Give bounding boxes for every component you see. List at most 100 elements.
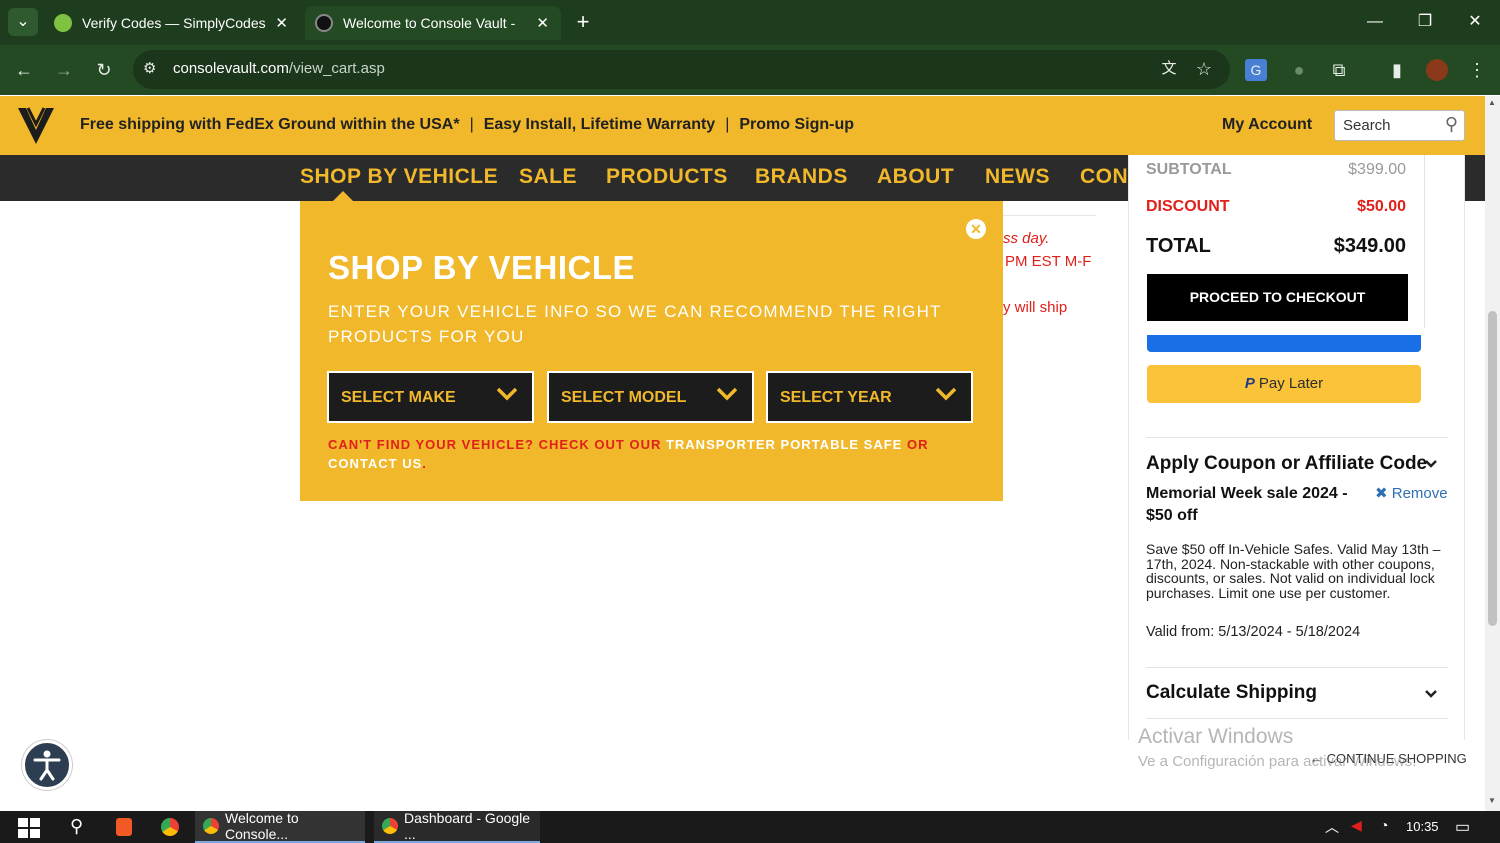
- site-info-icon[interactable]: ⚙: [143, 59, 156, 77]
- select-year-label: SELECT YEAR: [780, 389, 892, 406]
- select-model-label: SELECT MODEL: [561, 389, 687, 406]
- search-input[interactable]: Search ⚲: [1334, 110, 1465, 141]
- transporter-safe-link[interactable]: TRANSPORTER PORTABLE SAFE: [666, 437, 902, 452]
- paypal-button[interactable]: [1147, 335, 1421, 352]
- remove-x-icon: ✖: [1375, 485, 1392, 502]
- nav-about[interactable]: ABOUT: [877, 165, 954, 189]
- proceed-to-checkout-button[interactable]: PROCEED TO CHECKOUT: [1147, 274, 1408, 321]
- content-divider: [1003, 215, 1096, 216]
- tab-title: Welcome to Console Vault -: [343, 15, 516, 31]
- divider: [1146, 437, 1448, 438]
- accessibility-button[interactable]: [22, 740, 72, 790]
- select-make-label: SELECT MAKE: [341, 389, 456, 406]
- coupon-description: Save $50 off In-Vehicle Safes. Valid May…: [1146, 541, 1441, 601]
- side-panel-icon[interactable]: ▮: [1383, 56, 1411, 84]
- clock-time[interactable]: 10:35: [1406, 819, 1439, 834]
- divider: [1146, 667, 1448, 668]
- select-year-dropdown[interactable]: SELECT YEAR: [766, 371, 973, 423]
- translate-icon[interactable]: 文: [1155, 55, 1183, 83]
- windows-activation-subtext: Ve a Configuración para activar Windows.: [1138, 753, 1417, 770]
- subtotal-label: SUBTOTAL: [1146, 161, 1232, 178]
- shipping-note-line1: ss day.: [1003, 230, 1050, 247]
- wifi-icon[interactable]: ◔: [1380, 817, 1388, 833]
- tray-chevron-up-icon[interactable]: ︿: [1325, 817, 1339, 837]
- google-translate-extension-icon[interactable]: G: [1245, 59, 1267, 81]
- chevron-down-icon[interactable]: [1424, 689, 1438, 699]
- tab-console-vault[interactable]: Welcome to Console Vault - ✕: [305, 6, 561, 40]
- remove-coupon-link[interactable]: ✖ Remove: [1375, 484, 1448, 502]
- lifetime-warranty-link[interactable]: Easy Install, Lifetime Warranty: [484, 116, 715, 134]
- my-account-link[interactable]: My Account: [1222, 116, 1312, 134]
- nav-shop-by-vehicle[interactable]: SHOP BY VEHICLE: [300, 165, 498, 189]
- url-domain: consolevault.com: [173, 60, 289, 77]
- nav-brands[interactable]: BRANDS: [755, 165, 848, 189]
- minimize-icon[interactable]: —: [1360, 8, 1390, 36]
- url-text[interactable]: consolevault.com/view_cart.asp: [173, 60, 385, 77]
- chevron-down-icon: [496, 387, 518, 401]
- scroll-up-icon[interactable]: ▲: [1488, 98, 1496, 107]
- scrollbar-thumb[interactable]: [1488, 311, 1497, 626]
- popover-edge: [1424, 155, 1425, 328]
- footer-text: OR: [902, 437, 929, 452]
- address-bar[interactable]: ⚙ consolevault.com/view_cart.asp 文 ☆: [133, 50, 1230, 89]
- extension-icon[interactable]: ●: [1285, 56, 1313, 84]
- free-shipping-link[interactable]: Free shipping with FedEx Ground within t…: [80, 116, 460, 134]
- separator: |: [725, 116, 730, 133]
- divider: [1146, 718, 1448, 719]
- profile-avatar[interactable]: [1426, 59, 1448, 81]
- back-arrow-icon[interactable]: ←: [10, 56, 38, 84]
- windows-start-icon[interactable]: [18, 818, 40, 838]
- shop-by-vehicle-panel: ✕ SHOP BY VEHICLE ENTER YOUR VEHICLE INF…: [300, 201, 1003, 501]
- dropdown-pointer: [333, 191, 353, 201]
- subtotal-value: $399.00: [1348, 161, 1406, 178]
- speaker-muted-icon[interactable]: ◀: [1351, 817, 1362, 834]
- nav-news[interactable]: NEWS: [985, 165, 1050, 189]
- restore-icon[interactable]: ❐: [1410, 8, 1440, 36]
- tab-title: Verify Codes — SimplyCodes: [82, 15, 266, 31]
- brave-browser-icon[interactable]: [116, 818, 132, 836]
- accessibility-person-icon: [33, 750, 61, 781]
- select-make-dropdown[interactable]: SELECT MAKE: [327, 371, 534, 423]
- bookmark-star-icon[interactable]: ☆: [1190, 55, 1218, 83]
- taskbar-search-icon[interactable]: ⚲: [70, 816, 83, 837]
- tab-verify-codes[interactable]: Verify Codes — SimplyCodes ✕: [44, 6, 300, 40]
- menu-dots-icon[interactable]: ⋮: [1463, 56, 1491, 84]
- scroll-down-icon[interactable]: ▼: [1488, 796, 1496, 805]
- coupon-name: Memorial Week sale 2024 - $50 off: [1146, 485, 1348, 524]
- coupon-valid-dates: Valid from: 5/13/2024 - 5/18/2024: [1146, 624, 1361, 640]
- chevron-down-icon[interactable]: [1424, 459, 1438, 469]
- taskbar-item-console-vault[interactable]: Welcome to Console...: [195, 810, 365, 843]
- chrome-icon[interactable]: [161, 818, 179, 836]
- coupon-heading[interactable]: Apply Coupon or Affiliate Code: [1146, 453, 1427, 475]
- search-placeholder: Search: [1343, 117, 1391, 134]
- total-value: $349.00: [1333, 235, 1406, 257]
- forward-arrow-icon[interactable]: →: [50, 56, 78, 84]
- close-window-icon[interactable]: ✕: [1460, 8, 1490, 36]
- nav-contact[interactable]: CON: [1080, 165, 1128, 189]
- promo-signup-link[interactable]: Promo Sign-up: [739, 116, 854, 134]
- search-icon[interactable]: ⚲: [1445, 114, 1458, 135]
- chrome-icon: [203, 818, 219, 834]
- close-tab-icon[interactable]: ✕: [275, 14, 288, 32]
- shipping-note-line2: PM EST M-F: [1005, 253, 1092, 270]
- console-vault-logo-icon[interactable]: [16, 104, 56, 148]
- reload-icon[interactable]: ↻: [90, 56, 118, 84]
- contact-us-link[interactable]: CONTACT US: [328, 456, 422, 471]
- tab-search-chevron-icon[interactable]: ⌄: [8, 8, 38, 36]
- url-path: /view_cart.asp: [288, 60, 385, 77]
- nav-sale[interactable]: SALE: [519, 165, 577, 189]
- extensions-puzzle-icon[interactable]: ⧉: [1325, 56, 1353, 84]
- browser-tab-bar: ⌄ Verify Codes — SimplyCodes ✕ Welcome t…: [0, 0, 1500, 45]
- calculate-shipping-heading[interactable]: Calculate Shipping: [1146, 682, 1317, 704]
- new-tab-button[interactable]: +: [568, 8, 598, 36]
- simplycodes-favicon-icon: [54, 14, 72, 32]
- close-panel-icon[interactable]: ✕: [966, 219, 986, 239]
- page-scrollbar[interactable]: ▲ ▼: [1485, 96, 1500, 811]
- taskbar-item-dashboard[interactable]: Dashboard - Google ...: [374, 810, 540, 843]
- panel-subtitle: ENTER YOUR VEHICLE INFO SO WE CAN RECOMM…: [328, 302, 942, 346]
- close-tab-icon[interactable]: ✕: [536, 14, 549, 32]
- select-model-dropdown[interactable]: SELECT MODEL: [547, 371, 754, 423]
- pay-later-button[interactable]: P Pay Later: [1147, 365, 1421, 403]
- nav-products[interactable]: PRODUCTS: [606, 165, 728, 189]
- notifications-icon[interactable]: ▭: [1455, 817, 1470, 837]
